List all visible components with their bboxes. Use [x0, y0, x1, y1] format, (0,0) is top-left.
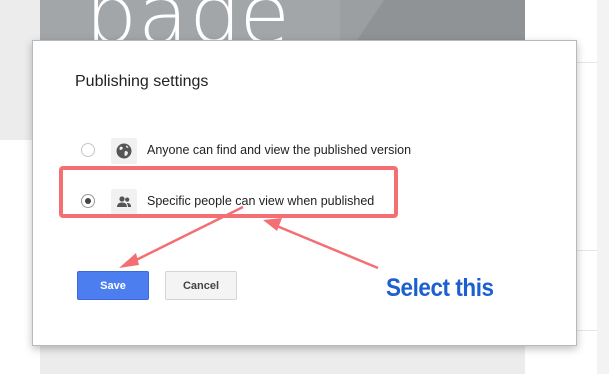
radio-anyone-can-view[interactable]: [81, 143, 95, 157]
annotation-highlight-box: [59, 166, 398, 218]
option-anyone-can-view[interactable]: Anyone can find and view the published v…: [75, 136, 515, 166]
page-scroll-area: [597, 0, 609, 374]
option-label: Anyone can find and view the published v…: [147, 143, 412, 157]
save-button[interactable]: Save: [77, 271, 149, 300]
dialog-title: Publishing settings: [75, 73, 209, 90]
cancel-button[interactable]: Cancel: [165, 271, 237, 300]
globe-icon: [111, 138, 137, 164]
annotation-callout-text: Select this: [386, 274, 494, 302]
